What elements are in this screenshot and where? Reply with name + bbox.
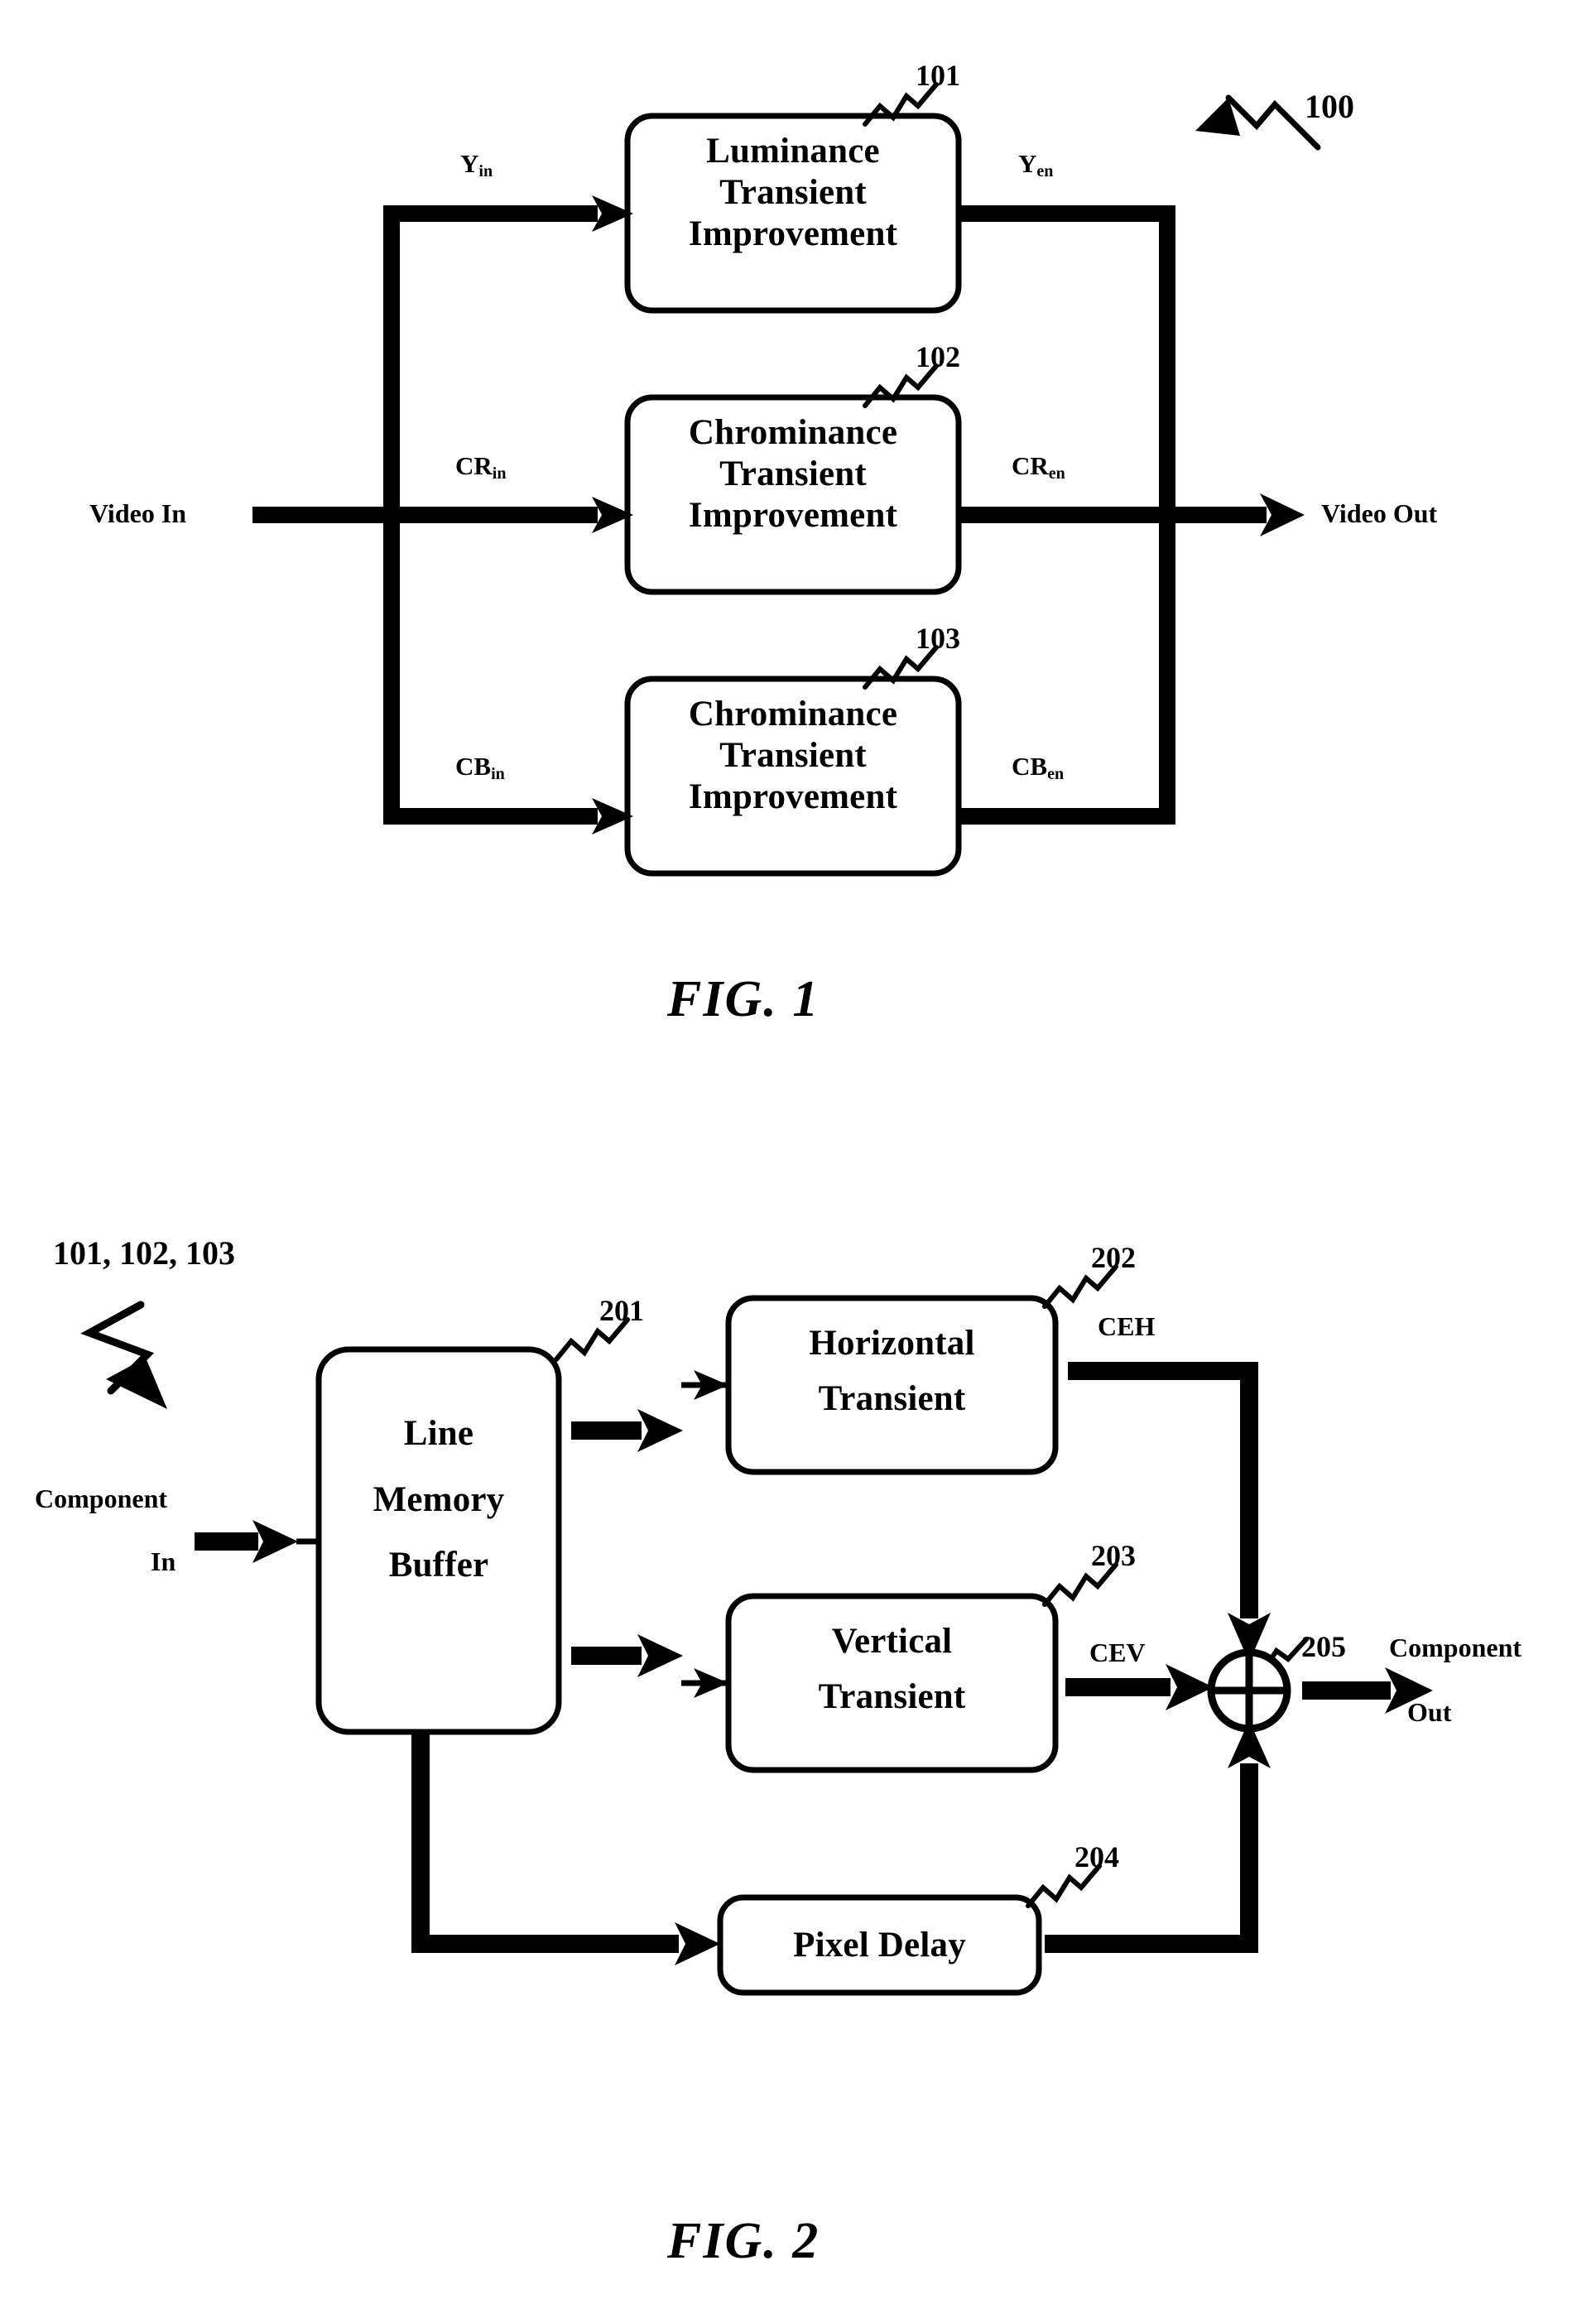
fig1-signal-Yen-base: Y [1018,149,1037,178]
fig2-block-201-label: Line Memory Buffer [319,1401,559,1599]
fig2-block-203-line2: Transient [818,1676,966,1716]
fig1-ref-100: 100 [1305,88,1354,125]
fig1-ref-103: 103 [916,622,960,655]
fig1-signal-CBen-sub: en [1047,765,1065,783]
fig1-signal-CBin-base: CB [455,752,492,781]
fig1-block-103-label: Chrominance Transient Improvement [627,694,959,818]
fig1-signal-Yin: Yin [460,149,493,180]
fig1-signal-CBin: CBin [455,752,505,783]
fig2-caption: FIG. 2 [667,2213,820,2269]
fig2-ref-group: 101, 102, 103 [53,1234,235,1272]
fig2-input-port-label-line1: Component [35,1484,168,1513]
fig1-signal-Yen: Yen [1018,149,1054,180]
fig2-block-201-line3: Buffer [388,1546,489,1585]
fig2-leader-group-arrowhead [106,1358,167,1409]
fig1-signal-CRen-base: CR [1012,451,1049,480]
fig1-block-103-line1: Chrominance [688,695,898,733]
fig1-input-port-label: Video In [89,498,187,528]
fig2-ref-202: 202 [1091,1241,1136,1274]
fig2-block-202-line1: Horizontal [809,1324,975,1363]
fig1-ref-101: 101 [916,59,960,92]
fig1-block-103-line2: Transient [719,735,867,775]
fig1-block-102-line2: Transient [719,454,867,493]
fig1-block-102-label: Chrominance Transient Improvement [627,412,959,536]
fig2-input-port-label-line2: In [151,1546,176,1576]
fig2-ref-204: 204 [1074,1840,1119,1873]
fig2-ref-201: 201 [599,1294,644,1327]
fig2-block-204-line1: Pixel Delay [793,1926,966,1965]
fig1-signal-CRen-sub: en [1048,464,1065,483]
fig2-bus-201-to-204-head [675,1922,720,1965]
fig1-signal-CBen: CBen [1012,752,1065,783]
fig1-signal-Yen-sub: en [1036,162,1054,180]
fig2-block-202-line2: Transient [818,1378,966,1418]
fig1-block-101-label: Luminance Transient Improvement [627,131,959,255]
drawing-vector-layer [80,82,1433,1996]
fig1-signal-Yin-sub: in [478,162,493,180]
fig1-block-102-line1: Chrominance [688,413,898,452]
fig1-block-101-line3: Improvement [688,214,898,253]
fig1-block-101-line2: Transient [719,172,867,212]
fig1-block-102-line3: Improvement [688,495,898,535]
fig1-signal-CRen: CRen [1012,451,1065,483]
fig2-block-203-line1: Vertical [831,1622,953,1661]
patent-drawing-sheet: Luminance Transient Improvement Chromina… [0,0,1596,2323]
fig2-ref-205: 205 [1301,1630,1346,1663]
fig1-block-103-line3: Improvement [688,777,898,816]
fig1-signal-CBin-sub: in [491,765,505,783]
fig1-signal-Yin-base: Y [460,149,479,178]
fig1-output-port-label: Video Out [1321,498,1438,528]
fig2-arrow-201-to-202-head [637,1409,683,1452]
fig2-signal-CEV: CEV [1089,1638,1146,1667]
fig2-arrow-component-in-head [252,1520,298,1563]
fig2-bus-CEV-head [1166,1664,1214,1710]
fig2-arrow-201-to-203-head [637,1634,683,1677]
fig1-block-101-line1: Luminance [706,132,880,171]
fig1-signal-CBen-base: CB [1012,752,1048,781]
fig2-output-port-label-line1: Component [1389,1633,1522,1662]
fig2-block-201-line2: Memory [373,1479,505,1519]
fig1-ref-102: 102 [916,340,960,373]
fig2-output-port-label-line2: Out [1407,1697,1452,1727]
fig1-caption: FIG. 1 [667,971,820,1027]
fig1-signal-CRin: CRin [455,451,507,483]
fig2-block-204-label: Pixel Delay [720,1925,1039,1966]
fig1-bus-output-head [1260,493,1305,536]
fig2-bus-201-to-204 [411,1732,679,1953]
fig2-ref-203: 203 [1091,1539,1136,1572]
fig2-signal-CEH: CEH [1098,1311,1156,1341]
fig1-signal-CRin-base: CR [455,451,493,480]
fig2-block-201-line1: Line [403,1414,474,1453]
fig2-block-202-label: Horizontal Transient [728,1316,1055,1426]
fig2-block-203-label: Vertical Transient [728,1614,1055,1724]
fig1-signal-CRin-sub: in [492,464,507,483]
